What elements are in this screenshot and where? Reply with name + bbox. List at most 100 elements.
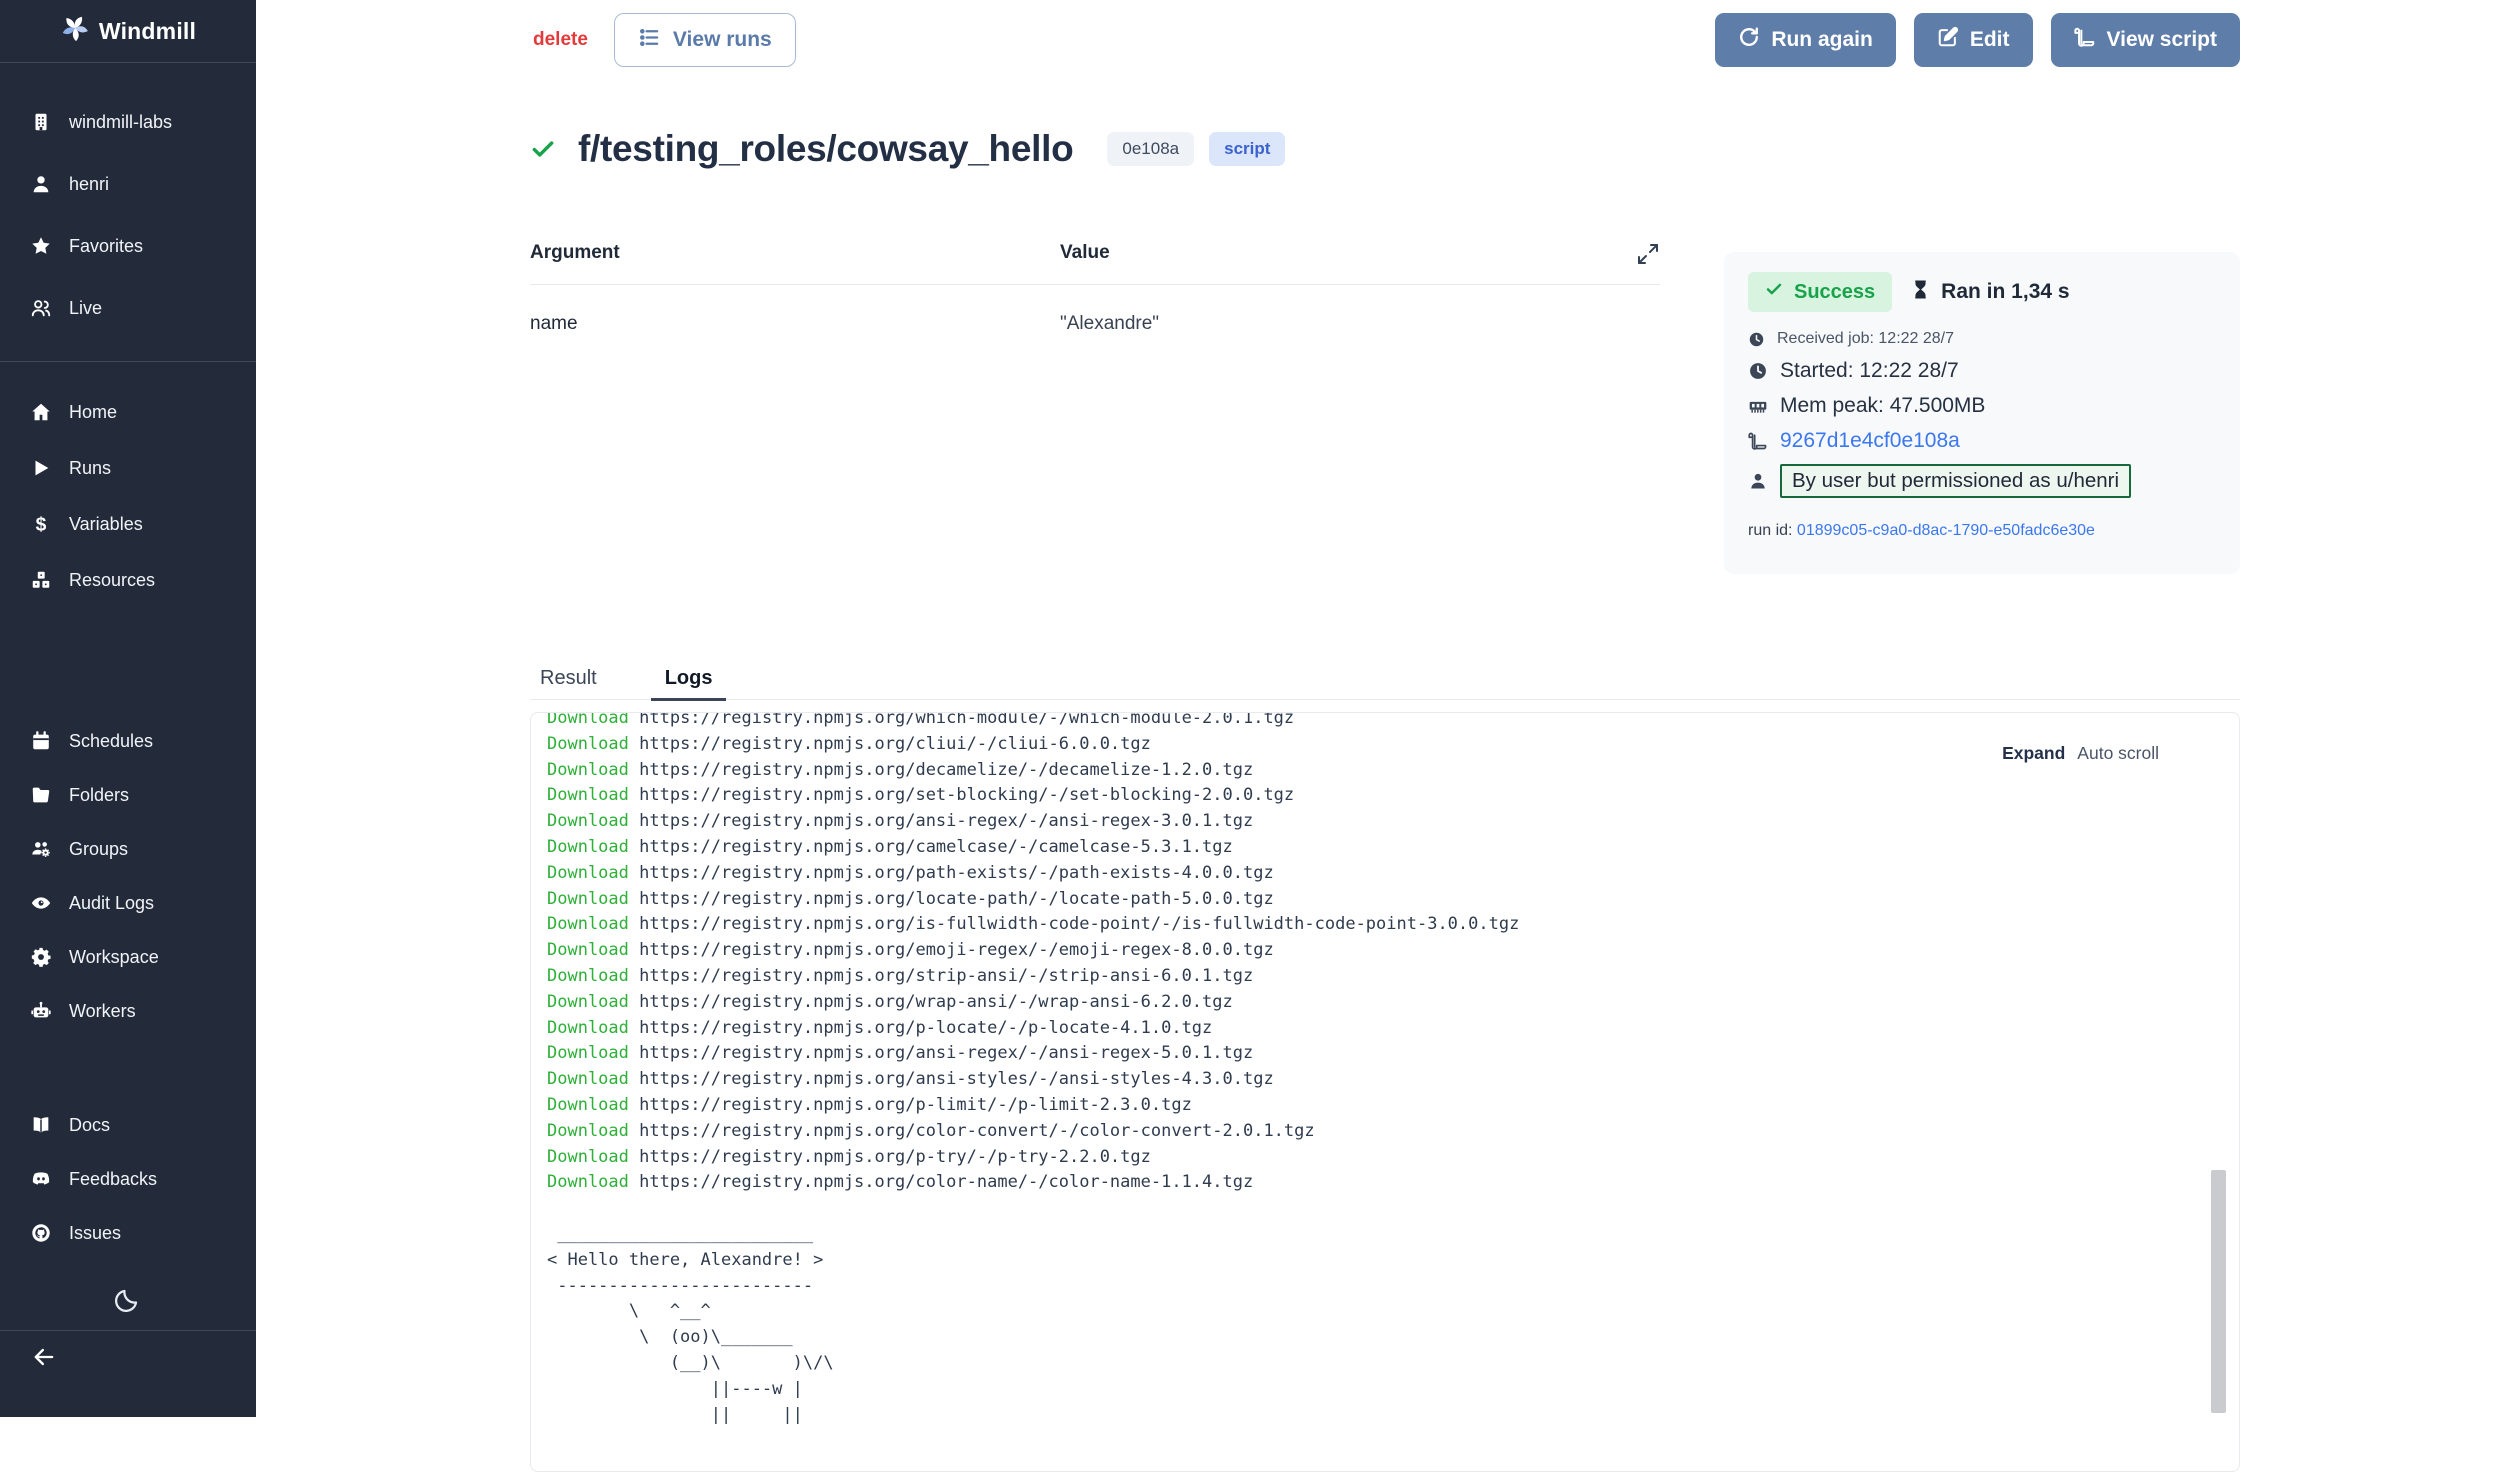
sidebar-item-folders[interactable]: Folders — [0, 768, 256, 822]
sidebar-divider — [0, 1330, 256, 1331]
logs-scrollbar-thumb[interactable] — [2211, 1170, 2226, 1413]
collapse-sidebar-arrow-left-icon[interactable] — [30, 1343, 60, 1373]
sidebar-item-runs[interactable]: Runs — [0, 440, 256, 496]
permission-box: By user but permissioned as u/henri — [1780, 464, 2131, 498]
view-script-button[interactable]: View script — [2051, 13, 2241, 67]
sidebar-item-label: windmill-labs — [69, 112, 172, 133]
mem-peak-row: Mem peak: 47.500MB — [1748, 394, 2216, 418]
run-duration: Ran in 1,34 s — [1910, 279, 2069, 306]
sidebar-item-workspace[interactable]: Workspace — [0, 930, 256, 984]
sidebar-item-resources[interactable]: Resources — [0, 552, 256, 608]
sidebar-item-label: henri — [69, 174, 109, 195]
sidebar-item-label: Audit Logs — [69, 893, 154, 914]
eye-icon — [30, 892, 52, 914]
received-job-row: Received job: 12:22 28/7 — [1748, 330, 2216, 348]
user-icon — [1748, 471, 1768, 491]
run-again-label: Run again — [1771, 28, 1873, 52]
pencil-icon — [1937, 26, 1959, 54]
list-icon — [638, 26, 661, 55]
view-script-label: View script — [2107, 28, 2218, 52]
sidebar-item-label: Groups — [69, 839, 128, 860]
gear-icon — [30, 946, 52, 968]
view-runs-button[interactable]: View runs — [614, 13, 796, 67]
success-check-icon — [530, 136, 556, 162]
job-hash-link[interactable]: 9267d1e4cf0e108a — [1780, 429, 1960, 453]
app-logo[interactable]: Windmill — [0, 0, 256, 62]
result-logs-tabs: Result Logs — [530, 658, 2240, 700]
auto-scroll-toggle[interactable]: Auto scroll — [2077, 743, 2159, 764]
sidebar-item-groups[interactable]: Groups — [0, 822, 256, 876]
github-icon — [30, 1222, 52, 1244]
job-hash-row: 9267d1e4cf0e108a — [1748, 429, 2216, 453]
expand-logs-button[interactable]: Expand — [2002, 743, 2065, 764]
sidebar-item-favorites[interactable]: Favorites — [0, 215, 256, 277]
tab-logs[interactable]: Logs — [651, 658, 727, 699]
sidebar-item-label: Workers — [69, 1001, 136, 1022]
started-label: Started: 12:22 28/7 — [1780, 359, 1959, 383]
sidebar-item-schedules[interactable]: Schedules — [0, 714, 256, 768]
sidebar-section-workspace: windmill-labs henri Favorites Live — [0, 91, 256, 339]
log-output[interactable]: Download https://registry.npmjs.org/whic… — [531, 712, 2239, 1428]
user-icon — [30, 173, 52, 195]
scroll-icon — [2074, 26, 2096, 54]
sidebar-item-label: Variables — [69, 514, 143, 535]
clock-icon — [1748, 331, 1765, 348]
memory-icon — [1748, 396, 1768, 416]
theme-row — [0, 1286, 256, 1320]
sidebar-item-label: Live — [69, 298, 102, 319]
sidebar-item-variables[interactable]: $ Variables — [0, 496, 256, 552]
clock-icon — [1748, 361, 1768, 381]
sidebar-section-primary: Home Runs $ Variables Resources — [0, 384, 256, 608]
mem-peak-label: Mem peak: 47.500MB — [1780, 394, 1985, 418]
sidebar-item-label: Issues — [69, 1223, 121, 1244]
sidebar-item-workers[interactable]: Workers — [0, 984, 256, 1038]
play-icon — [30, 457, 52, 479]
sidebar-item-label: Runs — [69, 458, 111, 479]
check-icon — [1765, 280, 1783, 304]
script-hash-badge: 0e108a — [1107, 132, 1194, 166]
sidebar-item-feedbacks[interactable]: Feedbacks — [0, 1152, 256, 1206]
run-again-button[interactable]: Run again — [1715, 13, 1896, 67]
argument-value: "Alexandre" — [1060, 313, 1660, 335]
sidebar-item-issues[interactable]: Issues — [0, 1206, 256, 1260]
svg-text:$: $ — [36, 514, 47, 535]
dark-mode-toggle-moon-icon[interactable] — [111, 1286, 145, 1320]
toolbar: delete View runs Run again Edit View scr… — [530, 12, 2240, 68]
title-row: f/testing_roles/cowsay_hello 0e108a scri… — [530, 128, 2240, 170]
discord-icon — [30, 1168, 52, 1190]
groups-icon — [30, 838, 52, 860]
windmill-logo-icon — [60, 13, 90, 49]
calendar-icon — [30, 730, 52, 752]
sidebar-item-docs[interactable]: Docs — [0, 1098, 256, 1152]
maximize-icon[interactable] — [1636, 242, 1660, 266]
main-area: delete View runs Run again Edit View scr… — [256, 0, 2500, 1417]
sidebar-item-label: Resources — [69, 570, 155, 591]
sidebar-item-windmill-labs[interactable]: windmill-labs — [0, 91, 256, 153]
argument-column-header: Argument — [530, 242, 1060, 264]
dollar-icon: $ — [30, 513, 52, 535]
sidebar-divider — [0, 361, 256, 362]
edit-button[interactable]: Edit — [1914, 13, 2033, 67]
arguments-table-header: Argument Value — [530, 242, 1660, 285]
run-id-link[interactable]: 01899c05-c9a0-d8ac-1790-e50fadc6e30e — [1797, 522, 2095, 539]
arguments-table: Argument Value name "Alexandre" — [530, 242, 1660, 335]
hourglass-icon — [1910, 279, 1931, 306]
run-duration-label: Ran in 1,34 s — [1941, 280, 2069, 304]
sidebar: Windmill windmill-labs henri Favorites Live… — [0, 0, 256, 1417]
run-id-row: run id: 01899c05-c9a0-d8ac-1790-e50fadc6… — [1748, 522, 2216, 540]
tab-result[interactable]: Result — [530, 658, 611, 699]
delete-button[interactable]: delete — [533, 29, 588, 51]
folder-icon — [30, 784, 52, 806]
sidebar-item-label: Folders — [69, 785, 129, 806]
collapse-row — [0, 1343, 256, 1376]
star-icon — [30, 235, 52, 257]
run-details-card: Success Ran in 1,34 s Received job: 12:2… — [1724, 252, 2240, 574]
sidebar-section-help: Docs Feedbacks Issues — [0, 1098, 256, 1260]
sidebar-item-audit-logs[interactable]: Audit Logs — [0, 876, 256, 930]
script-type-badge: script — [1209, 132, 1285, 166]
sidebar-item-live[interactable]: Live — [0, 277, 256, 339]
sidebar-item-label: Feedbacks — [69, 1169, 157, 1190]
sidebar-item-label: Docs — [69, 1115, 110, 1136]
sidebar-item-home[interactable]: Home — [0, 384, 256, 440]
sidebar-item-henri[interactable]: henri — [0, 153, 256, 215]
